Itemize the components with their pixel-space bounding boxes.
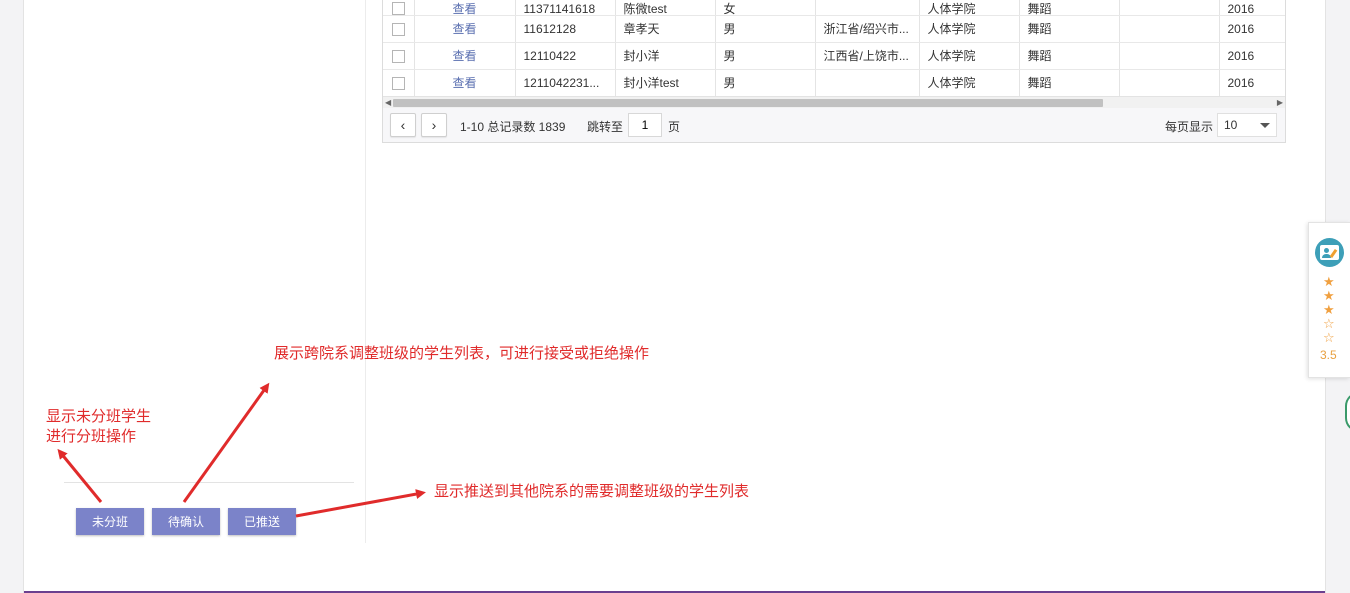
scroll-left-icon[interactable]: ◀	[385, 98, 391, 108]
chevron-down-icon	[1260, 123, 1270, 128]
view-cell: 查看	[414, 0, 516, 16]
star-outline-icon: ☆	[1323, 330, 1335, 345]
table-row[interactable]: 查看 11371141618 陈微test 女 人体学院 舞蹈 2016	[383, 0, 1285, 16]
cell-extra	[1119, 42, 1220, 70]
cell-major: 舞蹈	[1019, 0, 1120, 16]
note-pending: 展示跨院系调整班级的学生列表，可进行接受或拒绝操作	[274, 345, 650, 362]
record-range-total: 1-10 总记录数 1839	[460, 120, 566, 134]
cell-year: 2016	[1219, 15, 1285, 43]
view-cell: 查看	[414, 15, 516, 43]
note-unassigned-line1: 显示未分班学生	[46, 408, 152, 425]
cell-gender: 女	[715, 0, 816, 16]
cell-major: 舞蹈	[1019, 42, 1120, 70]
pagination-bar: ‹ › 1-10 总记录数 1839 跳转至 页 每页显示 10	[383, 108, 1285, 142]
cell-college: 人体学院	[919, 69, 1020, 97]
next-page-button[interactable]: ›	[421, 113, 447, 137]
row-checkbox-cell	[383, 42, 415, 70]
view-link[interactable]: 查看	[452, 76, 476, 90]
view-link[interactable]: 查看	[452, 22, 476, 36]
cell-major: 舞蹈	[1019, 15, 1120, 43]
cell-year: 2016	[1219, 42, 1285, 70]
cell-year: 2016	[1219, 0, 1285, 16]
cell-extra	[1119, 0, 1220, 16]
star-outline-icon: ☆	[1323, 316, 1335, 331]
chevron-left-icon: ‹	[400, 117, 406, 133]
star-icon: ★	[1323, 288, 1335, 303]
page-unit-label: 页	[668, 120, 681, 134]
cell-gender: 男	[715, 42, 816, 70]
row-checkbox[interactable]	[391, 49, 405, 63]
rating-widget[interactable]: ★ ★ ★ ☆ ☆ 3.5	[1308, 222, 1350, 378]
cell-major: 舞蹈	[1019, 69, 1120, 97]
cell-origin	[815, 69, 920, 97]
cell-origin: 浙江省/绍兴市...	[815, 15, 920, 43]
page-number-input[interactable]	[628, 113, 662, 137]
view-link[interactable]: 查看	[452, 49, 476, 63]
table-row[interactable]: 查看 1211042231... 封小洋test 男 人体学院 舞蹈 2016	[383, 69, 1285, 97]
table-row[interactable]: 查看 11612128 章孝天男浙江省/绍兴市... 人体学院 舞蹈 2016	[383, 15, 1285, 43]
note-unassigned-line2: 进行分班操作	[46, 428, 137, 445]
row-checkbox-cell	[383, 69, 415, 97]
per-page-select[interactable]: 10	[1217, 113, 1277, 137]
cell-name: 封小洋test	[615, 69, 716, 97]
student-grid: 查看 11371141618 陈微test 女人体学院 舞蹈 2016 查看 11612128…	[382, 0, 1286, 143]
row-checkbox[interactable]	[391, 22, 405, 36]
cell-gender: 男	[715, 15, 816, 43]
cell-extra	[1119, 15, 1220, 43]
row-checkbox[interactable]	[391, 76, 405, 90]
cell-year: 2016	[1219, 69, 1285, 97]
cell-origin	[815, 0, 920, 16]
cell-gender: 男	[715, 69, 816, 97]
pushed-button[interactable]: 已推送	[228, 508, 296, 535]
scrollbar-thumb[interactable]	[393, 99, 1103, 107]
left-divider	[64, 482, 354, 483]
note-unassigned: 显示未分班学生 进行分班操作	[46, 407, 151, 447]
main-page: 未分班 待确认 已推送 查看 11371141618 陈微test 女人体学院 舞蹈 20…	[23, 0, 1326, 593]
cell-name: 陈微test	[615, 0, 716, 16]
horizontal-scrollbar[interactable]: ◀ ▶	[383, 96, 1285, 108]
jump-label: 跳转至	[587, 120, 624, 134]
chevron-right-icon: ›	[431, 117, 437, 133]
cell-origin: 江西省/上饶市...	[815, 42, 920, 70]
rating-score: 3.5	[1320, 348, 1337, 362]
cell-id: 11371141618	[515, 0, 616, 16]
cell-extra	[1119, 69, 1220, 97]
star-icon: ★	[1323, 274, 1335, 289]
cell-college: 人体学院	[919, 42, 1020, 70]
per-page-value: 10	[1224, 118, 1238, 132]
side-widget-edge[interactable]	[1345, 392, 1350, 432]
row-checkbox[interactable]	[391, 1, 405, 14]
cell-name: 封小洋	[615, 42, 716, 70]
view-cell: 查看	[414, 69, 516, 97]
unassigned-button[interactable]: 未分班	[76, 508, 144, 535]
cell-name: 章孝天	[615, 15, 716, 43]
table-row[interactable]: 查看 12110422 封小洋男江西省/上饶市... 人体学院 舞蹈 2016	[383, 42, 1285, 70]
star-icon: ★	[1323, 302, 1335, 317]
left-panel: 未分班 待确认 已推送	[24, 0, 366, 543]
student-table: 查看 11371141618 陈微test 女人体学院 舞蹈 2016 查看 11612128…	[383, 0, 1285, 97]
cell-id: 11612128	[515, 15, 616, 43]
scroll-right-icon[interactable]: ▶	[1277, 98, 1283, 108]
row-checkbox-cell	[383, 0, 415, 16]
view-cell: 查看	[414, 42, 516, 70]
cell-college: 人体学院	[919, 0, 1020, 16]
per-page-label: 每页显示	[1165, 120, 1214, 134]
pending-confirm-button[interactable]: 待确认	[152, 508, 220, 535]
note-pushed: 显示推送到其他院系的需要调整班级的学生列表	[434, 483, 750, 500]
row-checkbox-cell	[383, 15, 415, 43]
cell-id: 1211042231...	[515, 69, 616, 97]
cell-id: 12110422	[515, 42, 616, 70]
view-link[interactable]: 查看	[452, 2, 476, 15]
cell-college: 人体学院	[919, 15, 1020, 43]
prev-page-button[interactable]: ‹	[390, 113, 416, 137]
review-icon[interactable]	[1315, 238, 1344, 267]
